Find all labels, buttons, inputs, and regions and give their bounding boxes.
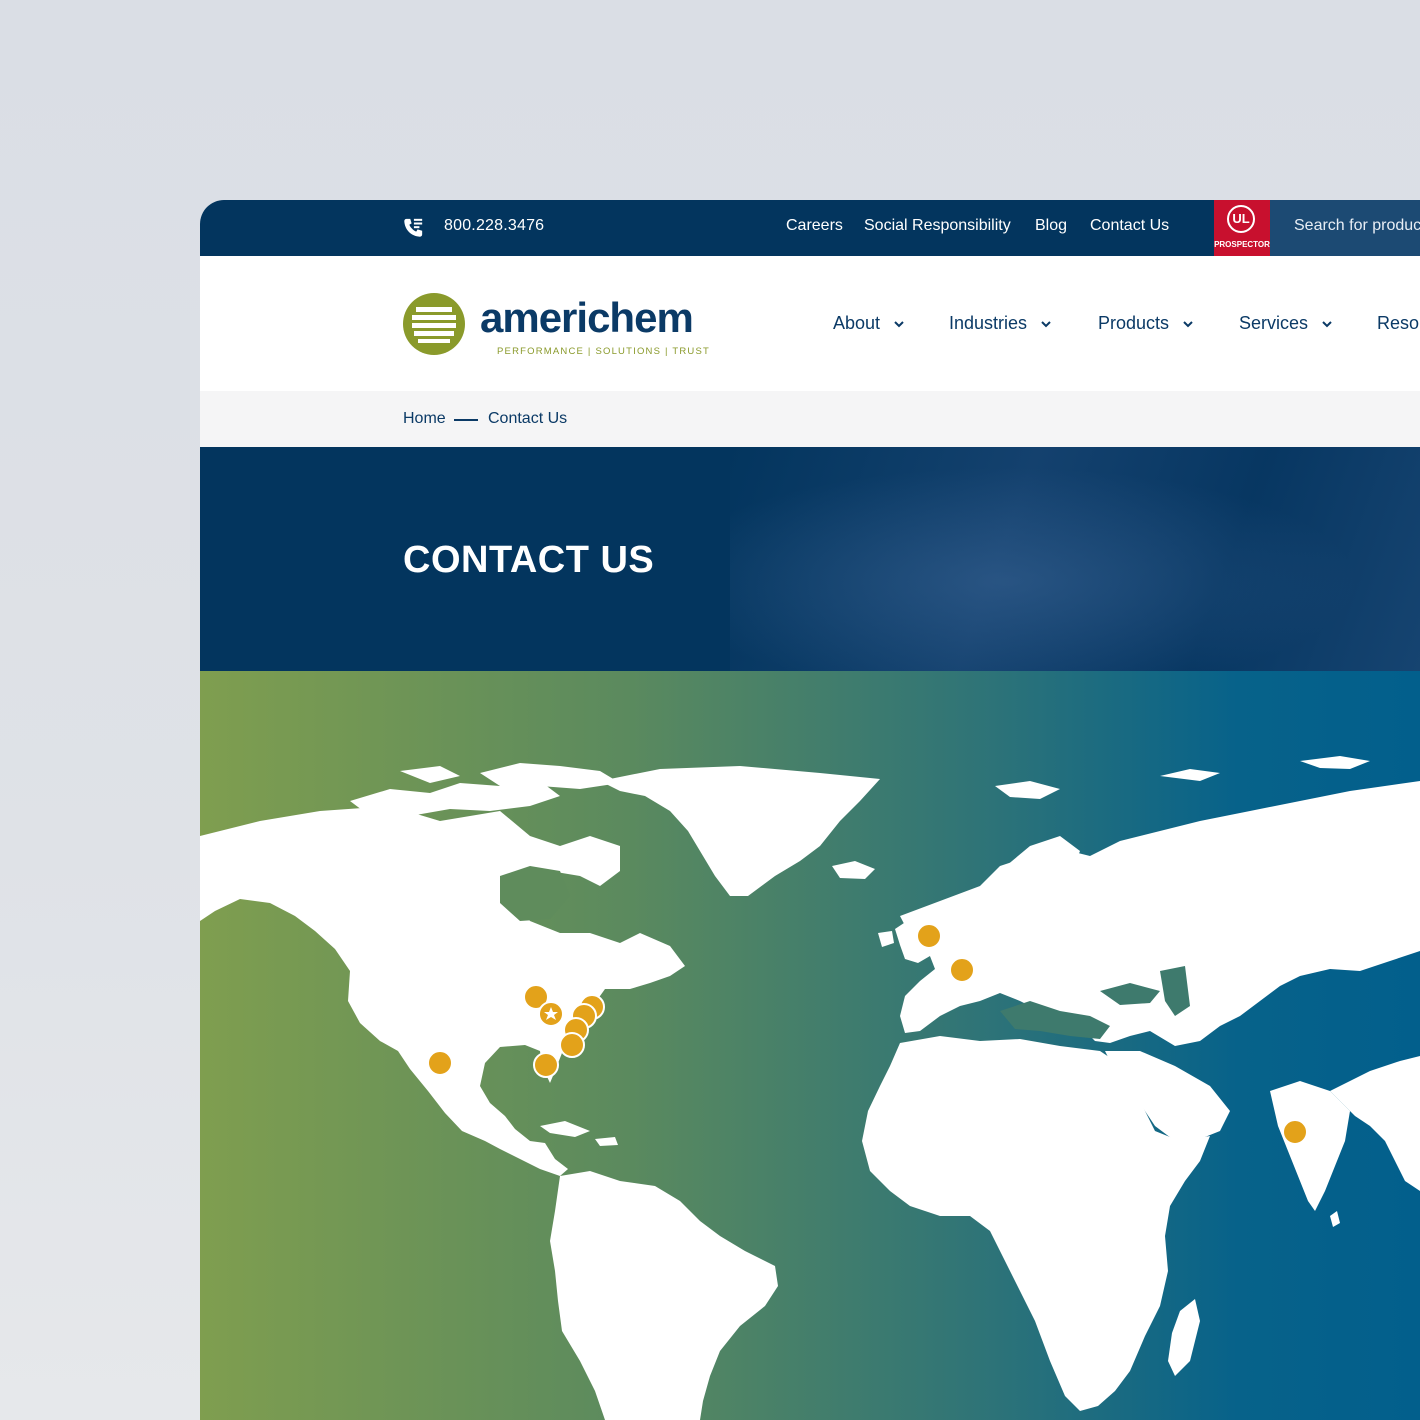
americhem-logo-icon[interactable] <box>402 292 466 356</box>
main-header: americhem PERFORMANCE | SOLUTIONS | TRUS… <box>200 256 1420 391</box>
browser-window: 800.228.3476 Careers Social Responsibili… <box>200 200 1420 1420</box>
location-marker[interactable] <box>533 1052 559 1078</box>
search-input[interactable]: Search for produc <box>1270 200 1420 256</box>
contact-us-link[interactable]: Contact Us <box>1090 217 1169 235</box>
breadcrumb-separator <box>454 419 478 421</box>
search-placeholder: Search for produc <box>1294 217 1420 234</box>
breadcrumb: Home Contact Us <box>200 391 1420 447</box>
chevron-down-icon <box>1322 321 1332 328</box>
nav-resources[interactable]: Resou <box>1377 313 1420 334</box>
phone-number-link[interactable]: 800.228.3476 <box>444 217 544 235</box>
page-hero: CONTACT US <box>200 447 1420 671</box>
careers-link[interactable]: Careers <box>786 217 843 235</box>
phone-icon <box>404 218 423 237</box>
nav-about-label: About <box>833 313 881 333</box>
locations-map <box>200 671 1420 1420</box>
location-marker[interactable] <box>559 1032 585 1058</box>
logo-wordmark[interactable]: americhem <box>480 294 694 342</box>
social-responsibility-link[interactable]: Social Responsibility <box>864 217 1011 235</box>
ul-logo-icon: UL <box>1227 205 1255 233</box>
logo-tagline: PERFORMANCE | SOLUTIONS | TRUST <box>497 346 710 357</box>
chevron-down-icon <box>1183 321 1193 328</box>
world-map <box>200 756 1420 1420</box>
chevron-down-icon <box>1041 321 1051 328</box>
hero-background-image <box>730 447 1420 671</box>
ul-prospector-badge[interactable]: UL PROSPECTOR <box>1214 200 1270 256</box>
nav-services[interactable]: Services <box>1239 313 1333 334</box>
nav-industries-label: Industries <box>949 313 1028 333</box>
nav-products[interactable]: Products <box>1098 313 1194 334</box>
location-marker[interactable] <box>949 957 975 983</box>
chevron-down-icon <box>894 321 904 328</box>
continents <box>200 756 1420 1420</box>
utility-bar: 800.228.3476 Careers Social Responsibili… <box>200 200 1420 256</box>
breadcrumb-home[interactable]: Home <box>403 410 446 428</box>
blog-link[interactable]: Blog <box>1035 217 1067 235</box>
ul-badge-label: PROSPECTOR <box>1214 240 1270 249</box>
location-marker[interactable] <box>1282 1119 1308 1145</box>
nav-products-label: Products <box>1098 313 1170 333</box>
breadcrumb-current: Contact Us <box>488 410 568 427</box>
nav-resources-label: Resou <box>1377 313 1420 333</box>
page-title: CONTACT US <box>403 539 655 581</box>
nav-about[interactable]: About <box>833 313 905 334</box>
nav-industries[interactable]: Industries <box>949 313 1052 334</box>
location-marker[interactable] <box>427 1050 453 1076</box>
nav-services-label: Services <box>1239 313 1309 333</box>
location-marker[interactable] <box>916 923 942 949</box>
